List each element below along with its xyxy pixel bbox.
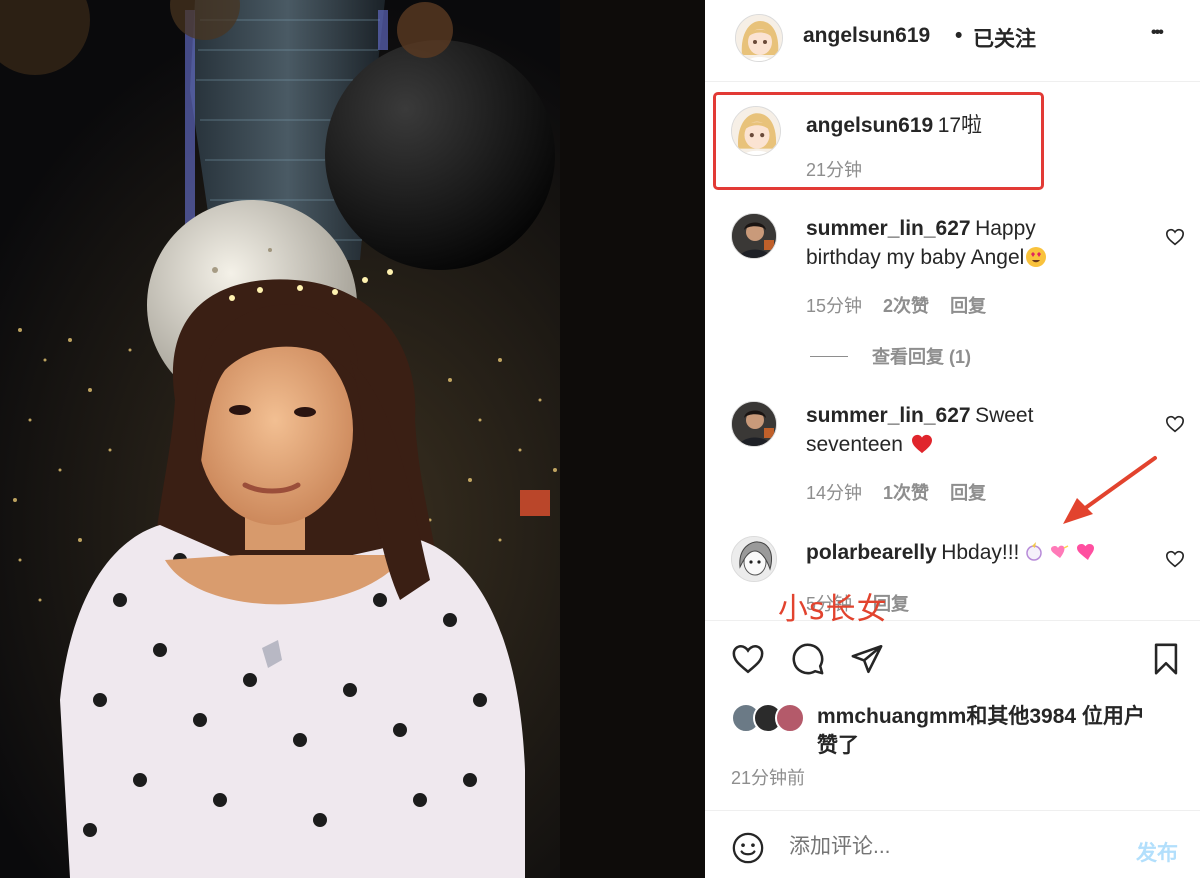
like-comment-heart-icon[interactable] xyxy=(1165,228,1185,246)
likes-summary-line: mmchuangmm和其他3984 位用户 xyxy=(817,705,1145,728)
follow-status-button[interactable]: 已关注 xyxy=(973,23,1036,53)
replies-divider xyxy=(810,356,848,357)
post-photo-illustration xyxy=(0,0,705,878)
comment-body: summer_lin_627 Happy birthday my baby An… xyxy=(806,215,1166,273)
comment-meta: 14分钟 1次赞 回复 xyxy=(806,479,986,505)
annotation-arrow-icon xyxy=(1063,456,1157,524)
add-comment-bar: 发布 xyxy=(705,810,1200,878)
author-avatar[interactable] xyxy=(735,14,783,62)
liker-avatars[interactable] xyxy=(731,703,809,735)
author-username[interactable]: angelsun619 xyxy=(803,24,930,48)
heart-eyes-emoji-icon xyxy=(1026,247,1047,267)
profile-photo-icon xyxy=(732,402,776,446)
comment-likes[interactable]: 2次赞 xyxy=(883,296,929,316)
likes-summary-line: 赞了 xyxy=(817,734,859,757)
comment-text: birthday my baby Angel xyxy=(806,246,1025,269)
save-bookmark-icon[interactable] xyxy=(1151,642,1181,676)
profile-photo-icon xyxy=(732,214,776,258)
post-header: angelsun619 • 已关注 ••• xyxy=(705,0,1200,82)
watermark-text: 小s长女 xyxy=(778,592,888,627)
reply-button[interactable]: 回复 xyxy=(950,483,986,503)
emoji-smiley-icon[interactable] xyxy=(731,831,765,865)
more-options-icon[interactable]: ••• xyxy=(1151,24,1164,42)
unicorn-hearts-emoji-icon xyxy=(1026,542,1094,561)
like-comment-heart-icon[interactable] xyxy=(1165,550,1185,568)
post-comment-button[interactable]: 发布 xyxy=(1136,837,1178,867)
view-replies-button[interactable]: 查看回复 (1) xyxy=(810,343,971,369)
view-replies-label: 查看回复 (1) xyxy=(872,347,971,367)
comment-time: 15分钟 xyxy=(806,296,863,316)
follow-separator: • xyxy=(955,24,963,47)
comment-text: Happy xyxy=(975,217,1036,240)
comment-bubble-icon[interactable] xyxy=(791,642,825,676)
comment-time: 14分钟 xyxy=(806,483,863,503)
comment-meta: 15分钟 2次赞 回复 xyxy=(806,292,986,318)
post-timestamp: 21分钟前 xyxy=(731,768,806,788)
red-heart-emoji-icon xyxy=(912,434,933,454)
caption-highlight-box xyxy=(713,92,1044,190)
comment-input[interactable] xyxy=(789,829,1109,865)
comment-likes[interactable]: 1次赞 xyxy=(883,483,929,503)
reply-button[interactable]: 回复 xyxy=(950,296,986,316)
post-photo[interactable] xyxy=(0,0,705,878)
comment-body: polarbearelly Hbday!!! xyxy=(806,539,1100,568)
anime-avatar-icon xyxy=(736,15,782,61)
comment-username[interactable]: summer_lin_627 xyxy=(806,404,971,427)
comment-username[interactable]: summer_lin_627 xyxy=(806,217,971,240)
sketch-avatar-icon xyxy=(732,537,776,581)
comment-avatar[interactable] xyxy=(731,536,777,582)
comment-text: Sweet xyxy=(975,404,1034,427)
comment-text: seventeen xyxy=(806,433,903,456)
comment-avatar[interactable] xyxy=(731,213,777,259)
comment-text: Hbday!!! xyxy=(941,541,1020,564)
like-comment-heart-icon[interactable] xyxy=(1165,415,1185,433)
liker-avatar xyxy=(775,703,805,733)
comment-username[interactable]: polarbearelly xyxy=(806,541,937,564)
like-heart-icon[interactable] xyxy=(731,643,765,675)
comment-avatar[interactable] xyxy=(731,401,777,447)
likes-summary[interactable]: mmchuangmm和其他3984 位用户 赞了 xyxy=(817,703,1145,761)
share-paper-plane-icon[interactable] xyxy=(850,642,884,676)
